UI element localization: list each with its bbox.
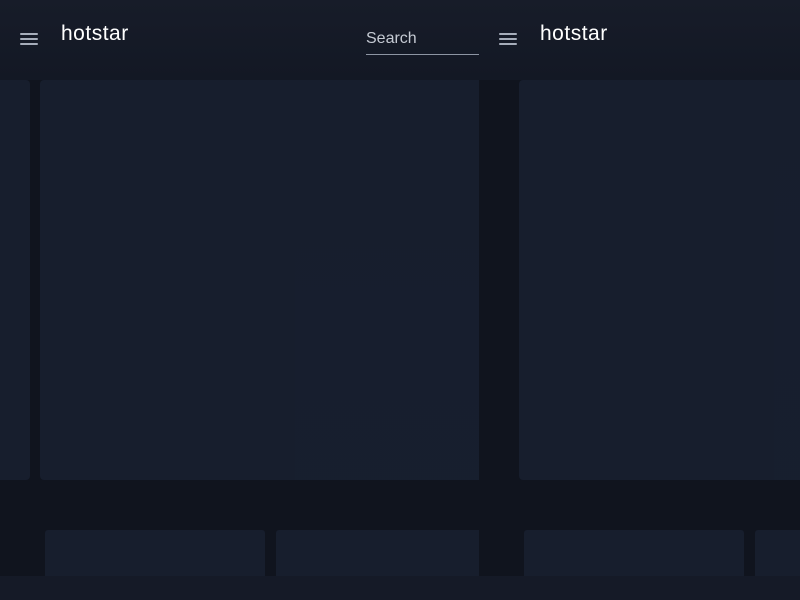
menu-line	[20, 38, 38, 40]
carousel-card-main[interactable]	[40, 80, 479, 480]
app-page: hotstar hotstar	[0, 0, 800, 600]
right-app-frame: hotstar	[479, 0, 800, 600]
menu-line	[499, 33, 517, 35]
top-navigation-bar: hotstar	[479, 0, 800, 80]
top-navigation-bar: hotstar	[0, 0, 479, 80]
hotstar-logo[interactable]: hotstar	[61, 22, 129, 46]
hamburger-menu-icon[interactable]	[20, 32, 38, 46]
card-shadow	[774, 80, 800, 480]
card-shadow	[295, 190, 479, 480]
left-app-frame: hotstar	[0, 0, 479, 600]
search-box[interactable]	[366, 28, 479, 55]
carousel-card-previous[interactable]	[0, 80, 30, 480]
hamburger-menu-icon[interactable]	[499, 32, 517, 46]
menu-line	[499, 38, 517, 40]
menu-line	[499, 43, 517, 45]
hotstar-logo[interactable]: hotstar	[540, 22, 608, 46]
carousel-card-main[interactable]	[519, 80, 800, 480]
menu-line	[20, 43, 38, 45]
menu-line	[20, 33, 38, 35]
search-input[interactable]	[366, 28, 479, 50]
bottom-strip	[0, 576, 800, 600]
